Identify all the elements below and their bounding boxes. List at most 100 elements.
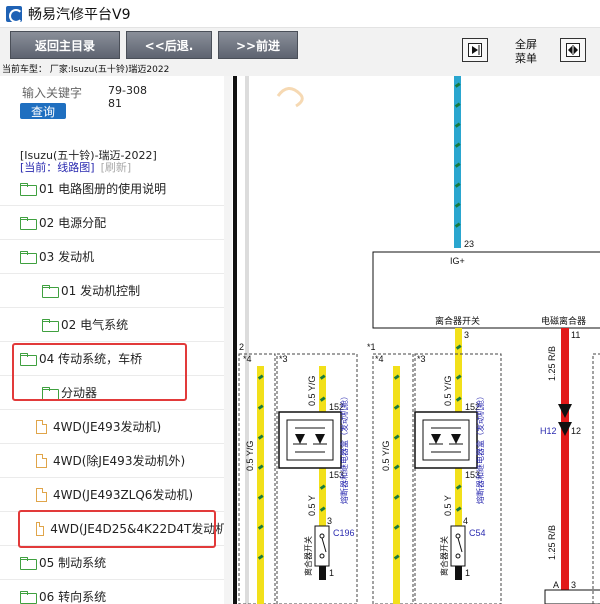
document-icon [36,419,47,434]
wire-05y-2: 0.5 Y [307,495,317,516]
wire-05y-4: 0.5 Y [443,495,453,516]
pin-1-switch-b: 1 [465,568,470,578]
tree-item-03-02[interactable]: 02 电气系统 [0,308,231,342]
fullscreen-menu-label[interactable]: 全屏 菜单 [506,38,546,66]
wire-yellow-2a [319,366,326,414]
tree-item-4wd-non-je493[interactable]: 4WD(除JE493发动机外) [0,444,231,478]
tree-item-label: 05 制动系统 [39,556,107,570]
h12-label: H12 [540,426,557,436]
wire-125rb-top: 1.25 R/B [547,346,557,381]
relay-box-label-b: 熔断器和继电器盒（发动机舱） [475,392,485,504]
wire-blue [454,76,461,248]
tree-item-03-01[interactable]: 01 发动机控制 [0,274,231,308]
pin-23-label: 23 [464,239,474,249]
em-clutch-label: 电磁离合器 [541,315,586,326]
tree-item-05[interactable]: 05 制动系统 [0,546,231,580]
home-button[interactable]: 返回主目录 [10,31,120,59]
wire-05yg-3: 0.5 Y/G [381,441,391,471]
clutch-switch-vert-a: 离合器开关 [303,536,313,576]
tree-item-4wd-je493[interactable]: 4WD(JE493发动机) [0,410,231,444]
tree-item-06[interactable]: 06 转向系统 [0,580,231,604]
pin-4-switch-b: 4 [463,516,468,526]
panel-split-icon [566,43,580,57]
wire-125rb-bottom: 1.25 R/B [547,525,557,560]
pin-2-label: 2 [239,342,244,352]
wire-yellow-4b [455,468,462,526]
wire-black-a [319,566,326,580]
highlight-box-4wd [18,510,216,548]
tree-item-label: 01 电路图册的使用说明 [39,182,167,196]
wire-yellow-3 [393,366,400,604]
wire-red [561,328,569,604]
folder-icon [42,319,59,332]
folder-icon [42,285,59,298]
tree-item-02[interactable]: 02 电源分配 [0,206,231,240]
star-1-label: *1 [367,342,376,352]
tree-item-label: 06 转向系统 [39,590,107,604]
dashed-box-5 [592,353,600,604]
document-icon [36,487,47,502]
title-bar: 畅易汽修平台V9 [0,0,600,28]
search-input[interactable]: 79-30881 [108,84,148,110]
tree-item-label: 4WD(除JE493发动机外) [53,454,186,468]
pin-12-label: 12 [571,426,581,436]
app-title: 畅易汽修平台V9 [28,6,131,23]
wiring-diagram[interactable]: 23 IG+ 离合器开关 电磁离合器 3 11 1.25 R/B H12 12 … [233,76,600,604]
panel-left-icon [468,43,482,57]
tree-item-label: 02 电源分配 [39,216,107,230]
pin-3-switch-a: 3 [327,516,332,526]
tree-item-01[interactable]: 01 电路图册的使用说明 [0,172,231,206]
wire-05yg-1: 0.5 Y/G [245,441,255,471]
fullscreen-label: 全屏 [515,38,537,51]
relay-left [278,411,342,469]
forward-button[interactable]: >>前进 [218,31,298,59]
pin-3-label: 3 [464,330,469,340]
clutch-switch-label: 离合器开关 [435,315,480,326]
folder-icon [20,183,37,196]
pin-1-switch-a: 1 [329,568,334,578]
tree-item-03[interactable]: 03 发动机 [0,240,231,274]
document-icon [36,453,47,468]
folder-icon [20,591,37,604]
highlight-box-drivetrain [12,343,187,401]
wire-yellow-4a [455,366,462,414]
back-button[interactable]: <<后退. [126,31,212,59]
app-logo-icon [6,5,23,23]
wire-yellow-1 [257,366,264,604]
connector-a-label: A [553,580,559,590]
folder-icon [20,557,37,570]
folder-icon [20,217,37,230]
expand-both-button[interactable] [560,38,586,62]
tree-item-label: 02 电气系统 [61,318,129,332]
pin-11-label: 11 [571,330,580,340]
star-3-label-b: *3 [417,354,426,364]
tree-item-label: 4WD(JE493发动机) [53,420,162,434]
current-vehicle: 当前车型： 厂家:Isuzu(五十铃)瑞迈2022 [0,64,600,76]
search-label: 输入关键字 [22,86,83,100]
relay-box-label-a: 熔断器和继电器盒（发动机舱） [339,392,349,504]
tree-item-4wd-je493zlq6[interactable]: 4WD(JE493ZLQ6发动机) [0,478,231,512]
wire-black-b [455,566,462,580]
watermark-mark [276,87,304,108]
star-3-label-a: *3 [279,354,288,364]
pin-3-bottom-label: 3 [571,580,576,590]
connector-arrow-down-2 [558,422,572,436]
clutch-switch-vert-b: 离合器开关 [439,536,449,576]
relay-right [414,411,478,469]
connector-arrow-down [558,404,572,418]
left-panel: 输入关键字 79-30881 查询 [Isuzu(五十铃)-瑞迈-2022] [… [0,76,232,604]
diagram-canvas: 23 IG+ 离合器开关 电磁离合器 3 11 1.25 R/B H12 12 … [238,76,600,604]
search-button[interactable]: 查询 [20,103,66,119]
diagram-left-edge [245,76,249,604]
wire-05yg-2: 0.5 Y/G [307,376,317,406]
tree-item-label: 4WD(JE493ZLQ6发动机) [53,488,194,502]
tree-item-label: 01 发动机控制 [61,284,141,298]
star-4-label-b: *4 [375,354,384,364]
collapse-left-button[interactable] [462,38,488,62]
tree-item-label: 03 发动机 [39,250,95,264]
switch-c54 [450,525,466,567]
folder-icon [20,251,37,264]
connector-c54: C54 [469,528,486,538]
left-panel-scrollbar[interactable] [224,76,232,604]
toolbar: 返回主目录 <<后退. >>前进 全屏 菜单 [0,28,600,66]
